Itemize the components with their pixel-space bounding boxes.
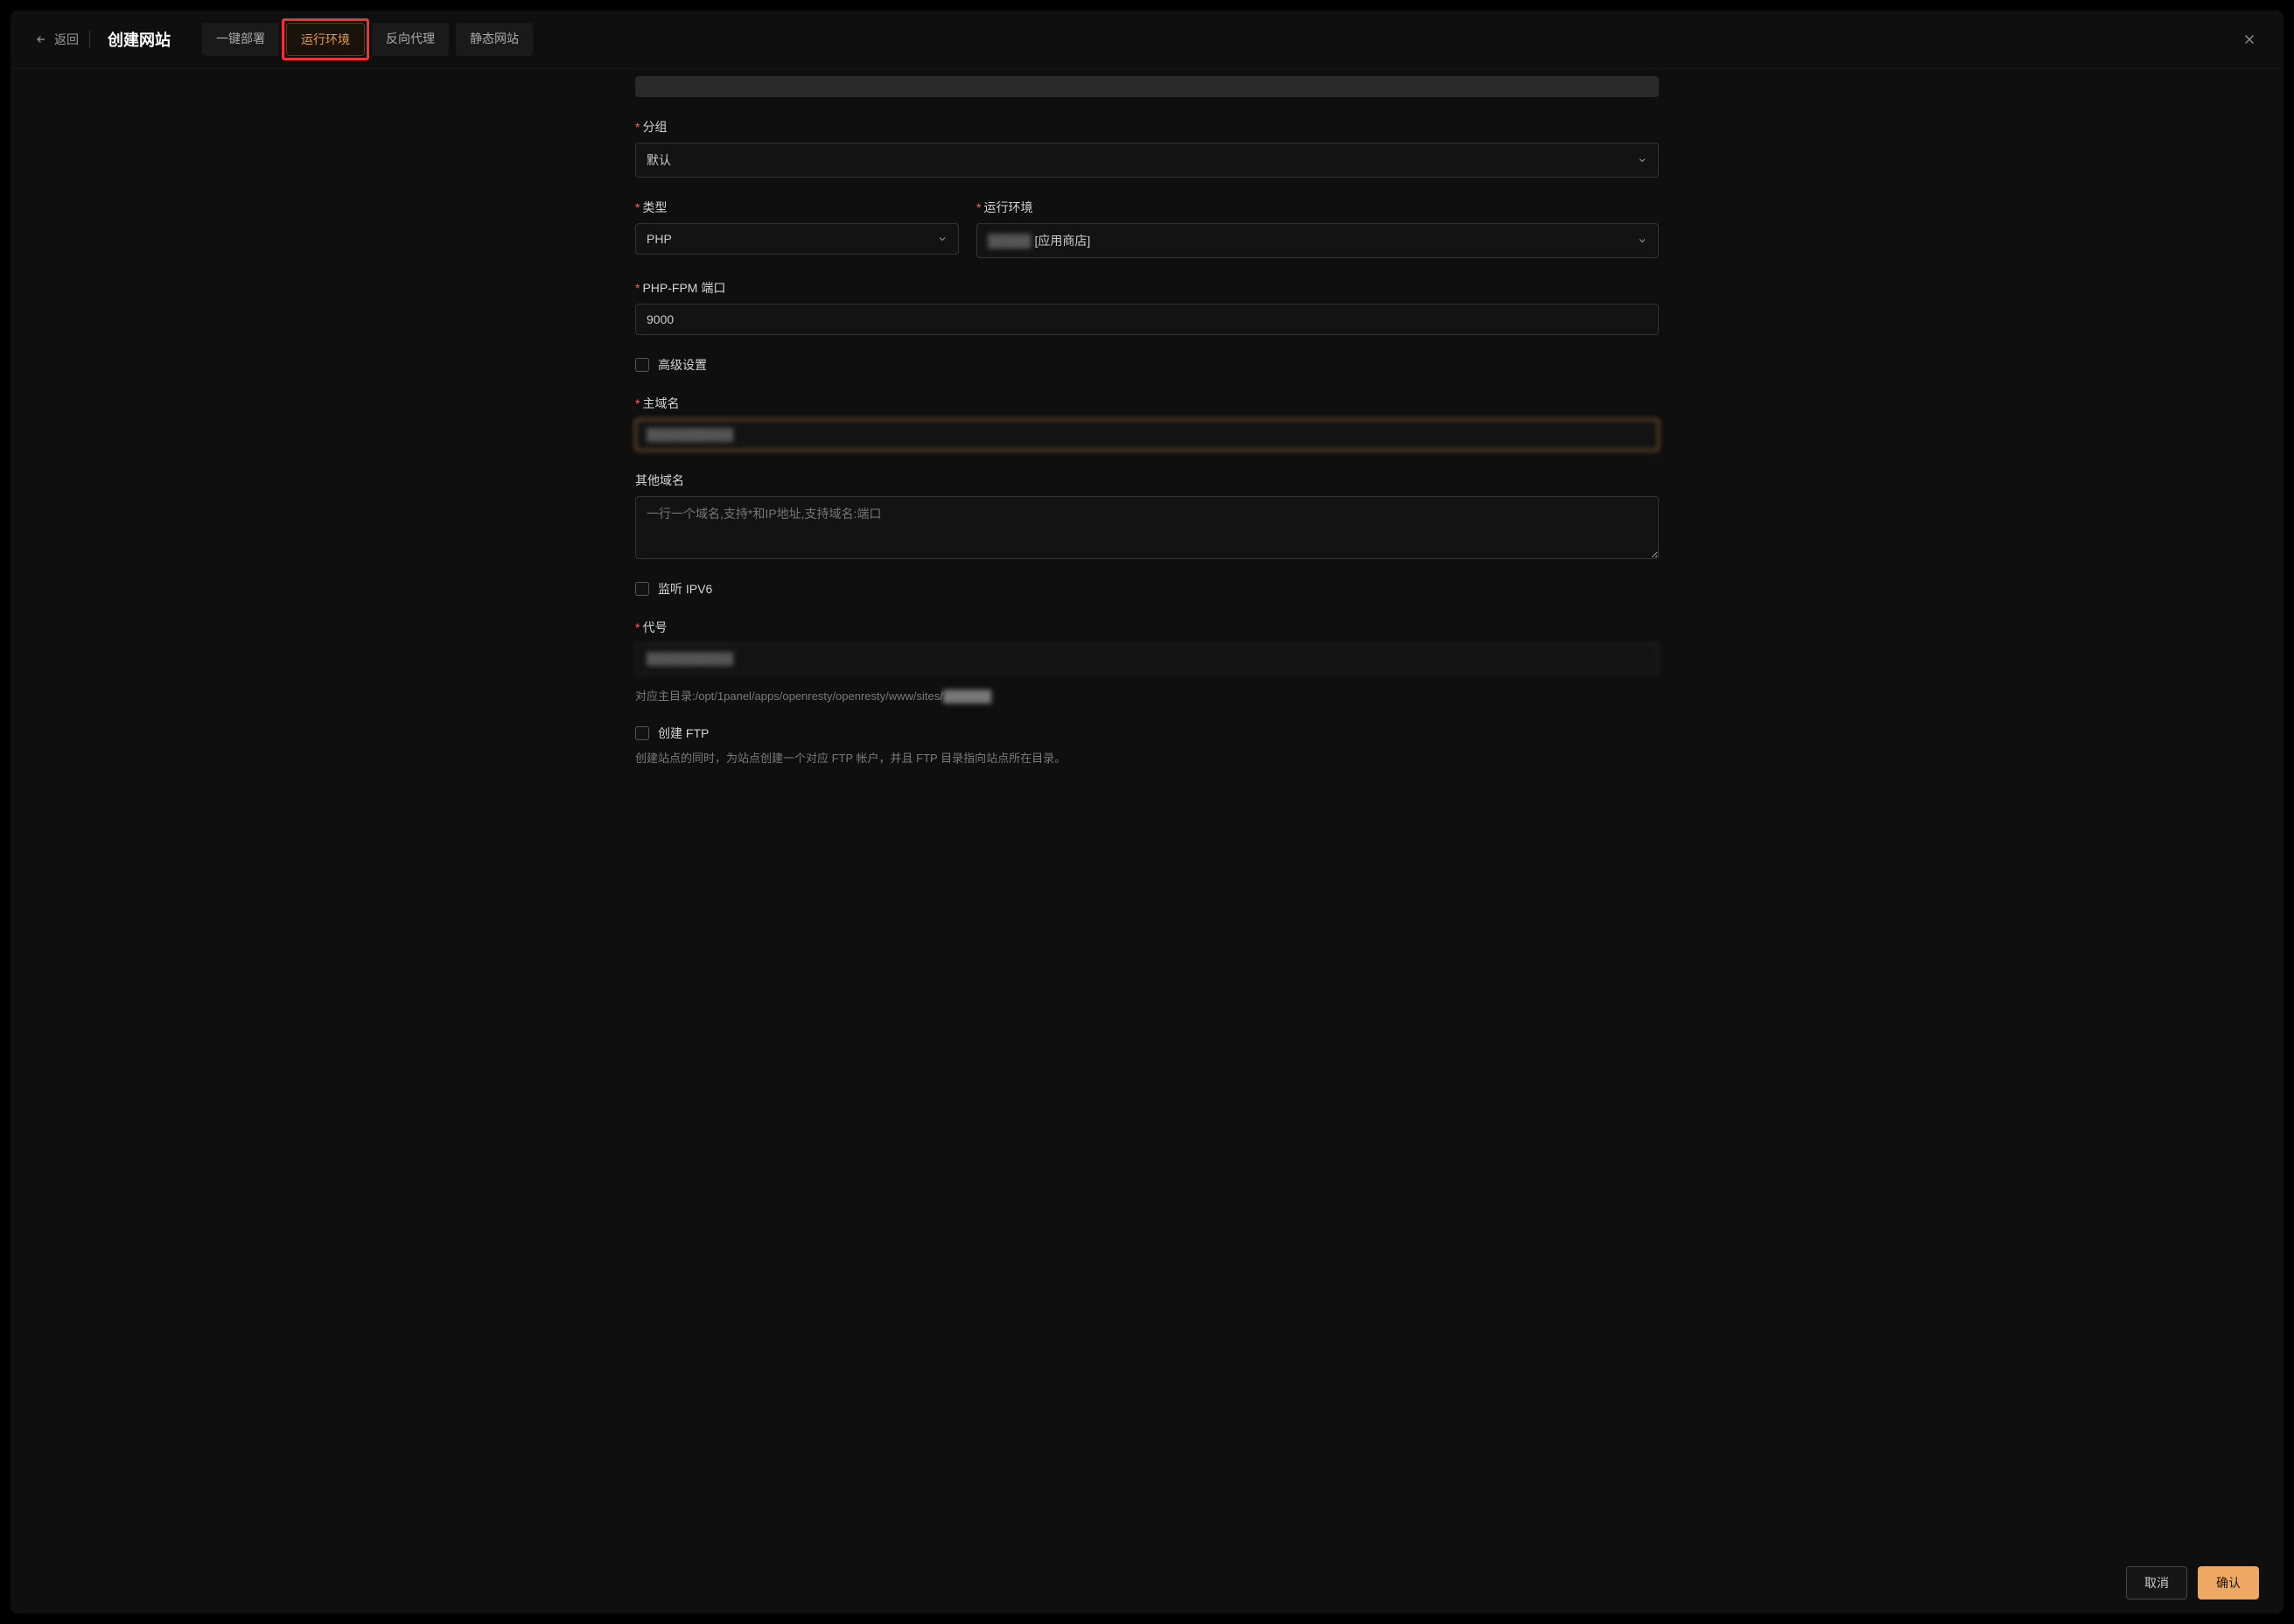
create-site-dialog: 返回 创建网站 一键部署 运行环境 反向代理 静态网站 *分组 默认 xyxy=(10,10,2284,1614)
chevron-down-icon xyxy=(1637,155,1647,165)
select-value: █████ [应用商店] xyxy=(988,232,1090,249)
select-value: PHP xyxy=(647,232,672,246)
field-label: 其他域名 xyxy=(635,472,1659,489)
field-other-domains: 其他域名 xyxy=(635,472,1659,559)
field-label: *运行环境 xyxy=(976,199,1659,216)
alias-help: 对应主目录:/opt/1panel/apps/openresty/openres… xyxy=(635,687,1659,704)
tab-static[interactable]: 静态网站 xyxy=(456,23,533,56)
checkbox-label: 监听 IPV6 xyxy=(658,580,712,598)
tab-bar: 一键部署 运行环境 反向代理 静态网站 xyxy=(202,23,533,56)
advanced-checkbox[interactable] xyxy=(635,358,649,372)
dialog-body: *分组 默认 *类型 PHP *运行环境 xyxy=(10,69,2284,1552)
alias-input[interactable] xyxy=(635,643,1659,675)
close-button[interactable] xyxy=(2240,30,2259,49)
tab-oneclick[interactable]: 一键部署 xyxy=(202,23,279,56)
dialog-footer: 取消 确认 xyxy=(10,1552,2284,1614)
confirm-button[interactable]: 确认 xyxy=(2198,1566,2259,1600)
tab-runtime[interactable]: 运行环境 xyxy=(286,23,365,56)
fpm-port-input[interactable] xyxy=(635,304,1659,335)
other-domains-textarea[interactable] xyxy=(635,496,1659,559)
dialog-header: 返回 创建网站 一键部署 运行环境 反向代理 静态网站 xyxy=(10,10,2284,69)
back-label: 返回 xyxy=(54,31,79,48)
chevron-down-icon xyxy=(937,234,948,244)
type-select[interactable]: PHP xyxy=(635,223,959,255)
checkbox-label: 高级设置 xyxy=(658,356,707,374)
ftp-checkbox[interactable] xyxy=(635,726,649,740)
field-label: *代号 xyxy=(635,619,1659,636)
tab-reverseproxy[interactable]: 反向代理 xyxy=(372,23,449,56)
checkbox-label: 创建 FTP xyxy=(658,724,709,742)
field-alias: *代号 对应主目录:/opt/1panel/apps/openresty/ope… xyxy=(635,619,1659,704)
cancel-button[interactable]: 取消 xyxy=(2126,1566,2187,1600)
arrow-left-icon xyxy=(35,33,47,46)
runtime-select[interactable]: █████ [应用商店] xyxy=(976,223,1659,258)
primary-domain-input[interactable] xyxy=(635,419,1659,451)
field-primary-domain: *主域名 xyxy=(635,395,1659,451)
chevron-down-icon xyxy=(1637,235,1647,246)
field-label: *PHP-FPM 端口 xyxy=(635,279,1659,297)
field-ipv6: 监听 IPV6 xyxy=(635,580,1659,598)
field-label: *主域名 xyxy=(635,395,1659,412)
dialog-title: 创建网站 xyxy=(101,28,178,51)
ipv6-checkbox[interactable] xyxy=(635,582,649,596)
select-value: 默认 xyxy=(647,151,671,169)
scrolled-field-fragment xyxy=(635,76,1659,97)
group-select[interactable]: 默认 xyxy=(635,143,1659,178)
field-advanced: 高级设置 xyxy=(635,356,1659,374)
field-fpm-port: *PHP-FPM 端口 xyxy=(635,279,1659,335)
field-group: *分组 默认 xyxy=(635,118,1659,178)
field-runtime: *运行环境 █████ [应用商店] xyxy=(976,199,1659,258)
field-label: *类型 xyxy=(635,199,959,216)
field-type: *类型 PHP xyxy=(635,199,959,258)
ftp-help: 创建站点的同时，为站点创建一个对应 FTP 帐户，并且 FTP 目录指向站点所在… xyxy=(635,749,1659,766)
field-ftp: 创建 FTP xyxy=(635,724,1659,742)
form: *分组 默认 *类型 PHP *运行环境 xyxy=(635,76,1659,766)
field-label: *分组 xyxy=(635,118,1659,136)
back-button[interactable]: 返回 xyxy=(35,31,90,48)
close-icon xyxy=(2242,32,2257,47)
